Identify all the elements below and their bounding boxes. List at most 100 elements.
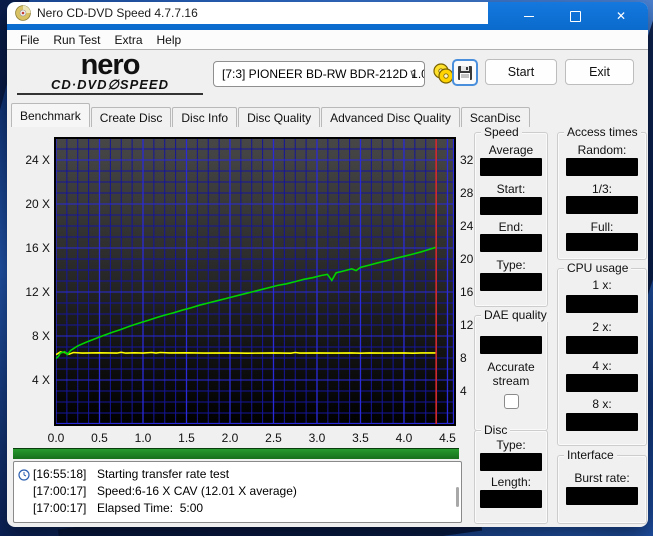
menu-help[interactable]: Help xyxy=(150,33,189,47)
type-label: Type: xyxy=(475,259,547,272)
minimize-icon xyxy=(524,16,534,17)
disc-length-label: Length: xyxy=(475,476,547,489)
log-timestamp: [17:00:17] xyxy=(33,500,97,517)
benchmark-graph xyxy=(54,137,456,426)
chevron-down-icon: ∨ xyxy=(409,62,417,86)
cpu-usage-title: CPU usage xyxy=(564,261,631,275)
x-axis-tick: 0.5 xyxy=(84,431,114,445)
drive-selector-dropdown[interactable]: [7:3] PIONEER BD-RW BDR-212D 1.03 ∨ xyxy=(213,61,425,87)
x-axis-tick: 4.0 xyxy=(389,431,419,445)
log-message: Elapsed Time: 5:00 xyxy=(97,500,203,517)
full-access-value xyxy=(566,233,638,251)
menu-run-test[interactable]: Run Test xyxy=(46,33,107,47)
app-cd-icon xyxy=(15,5,31,21)
burst-rate-value xyxy=(566,487,638,505)
desktop: { "window": { "title": "Nero CD-DVD Spee… xyxy=(0,0,653,536)
nero-logo-subtitle: CD·DVD∅SPEED xyxy=(17,78,203,91)
x-axis-tick: 3.5 xyxy=(345,431,375,445)
toolbar: nero CD·DVD∅SPEED [7:3] PIONEER BD-RW BD… xyxy=(7,51,648,103)
save-floppy-icon xyxy=(457,65,473,81)
y-axis-left-tick: 16 X xyxy=(12,241,50,255)
start-label: Start: xyxy=(475,183,547,196)
log-message: Starting transfer rate test xyxy=(97,466,229,483)
interface-panel: Interface Burst rate: xyxy=(557,455,647,524)
one-third-access-value xyxy=(566,196,638,214)
y-axis-left-tick: 24 X xyxy=(12,153,50,167)
log-scrollbar[interactable] xyxy=(456,487,459,507)
one-third-label: 1/3: xyxy=(558,183,646,196)
tab-benchmark[interactable]: Benchmark xyxy=(11,103,90,127)
transfer-rate-chart xyxy=(56,139,454,424)
nero-logo: nero CD·DVD∅SPEED xyxy=(17,53,203,95)
menu-extra[interactable]: Extra xyxy=(107,33,149,47)
speed-type-value: CAV xyxy=(480,273,542,291)
cpu-1x-label: 1 x: xyxy=(558,279,646,292)
x-axis-tick: 1.0 xyxy=(128,431,158,445)
y-axis-left-tick: 20 X xyxy=(12,197,50,211)
clock-icon xyxy=(18,466,33,483)
log-line: [17:00:17] Elapsed Time: 5:00 xyxy=(18,500,457,517)
accurate-stream-label-2: stream xyxy=(475,375,547,388)
nero-logo-wordmark: nero xyxy=(17,53,203,78)
log-line: [16:55:18] Starting transfer rate test xyxy=(18,466,457,483)
tab-advanced-disc-quality[interactable]: Advanced Disc Quality xyxy=(321,107,460,127)
cpu-4x-label: 4 x: xyxy=(558,360,646,373)
dae-quality-value xyxy=(480,336,542,354)
x-axis-tick: 3.0 xyxy=(302,431,332,445)
access-times-title: Access times xyxy=(564,125,641,139)
title-bar[interactable]: Nero CD-DVD Speed 4.7.7.16 ✕ xyxy=(7,2,648,30)
exit-button[interactable]: Exit xyxy=(565,59,634,85)
x-axis-tick: 0.0 xyxy=(41,431,71,445)
start-speed-value: 6.17x xyxy=(480,197,542,215)
title-bar-left: Nero CD-DVD Speed 4.7.7.16 xyxy=(7,2,488,24)
average-speed-value: 12.01x xyxy=(480,158,542,176)
window-controls: ✕ xyxy=(506,2,644,30)
x-axis-tick: 4.5 xyxy=(432,431,462,445)
x-axis-tick: 2.5 xyxy=(258,431,288,445)
random-access-value xyxy=(566,158,638,176)
interface-panel-title: Interface xyxy=(564,448,617,462)
start-button[interactable]: Start xyxy=(485,59,557,85)
log-message: Speed:6-16 X CAV (12.01 X average) xyxy=(97,483,297,500)
minimize-button[interactable] xyxy=(506,2,552,30)
cpu-2x-label: 2 x: xyxy=(558,321,646,334)
accurate-stream-checkbox[interactable] xyxy=(504,394,519,409)
save-button[interactable] xyxy=(452,59,478,86)
x-axis-tick: 2.0 xyxy=(215,431,245,445)
tab-disc-info[interactable]: Disc Info xyxy=(172,107,237,127)
tab-disc-quality[interactable]: Disc Quality xyxy=(238,107,320,127)
test-progress-bar xyxy=(13,448,459,459)
tab-create-disc[interactable]: Create Disc xyxy=(91,107,172,127)
log-icon-spacer xyxy=(18,483,33,500)
cpu-1x-value xyxy=(566,295,638,313)
disc-length-value: 4.38 GB xyxy=(480,490,542,508)
maximize-button[interactable] xyxy=(552,2,598,30)
average-label: Average xyxy=(475,144,547,157)
menu-bar: File Run Test Extra Help xyxy=(7,30,648,50)
log-line: [17:00:17] Speed:6-16 X CAV (12.01 X ave… xyxy=(18,483,457,500)
cpu-2x-value xyxy=(566,336,638,354)
cpu-8x-value xyxy=(566,413,638,431)
tab-scandisc[interactable]: ScanDisc xyxy=(461,107,530,127)
tab-strip: Benchmark Create Disc Disc Info Disc Qua… xyxy=(11,103,531,127)
access-times-panel: Access times Random: 1/3: Full: xyxy=(557,132,647,260)
disc-panel-title: Disc xyxy=(481,423,510,437)
status-log: [16:55:18] Starting transfer rate test [… xyxy=(13,461,462,523)
x-axis-tick: 1.5 xyxy=(171,431,201,445)
burst-rate-label: Burst rate: xyxy=(558,472,646,485)
log-timestamp: [16:55:18] xyxy=(33,466,97,483)
random-label: Random: xyxy=(558,144,646,157)
disc-panel: Disc Type: DVD-R Length: 4.38 GB xyxy=(474,430,548,524)
dae-quality-panel: DAE quality Accurate stream xyxy=(474,315,548,431)
accurate-stream-label-1: Accurate xyxy=(475,361,547,374)
end-speed-value: 16.07x xyxy=(480,234,542,252)
y-axis-left-tick: 12 X xyxy=(12,285,50,299)
close-button[interactable]: ✕ xyxy=(598,2,644,30)
disc-type-value: DVD-R xyxy=(480,453,542,471)
y-axis-left-tick: 4 X xyxy=(12,373,50,387)
maximize-icon xyxy=(570,11,581,22)
disc-type-label: Type: xyxy=(475,439,547,452)
speed-panel-title: Speed xyxy=(481,125,522,139)
end-label: End: xyxy=(475,221,547,234)
menu-file[interactable]: File xyxy=(13,33,46,47)
